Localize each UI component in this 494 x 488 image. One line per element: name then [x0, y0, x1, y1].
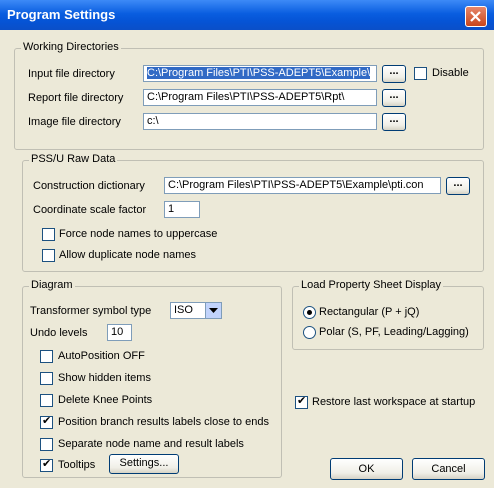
pss-raw-data-legend: PSS/U Raw Data: [29, 153, 118, 165]
force-uppercase-checkbox[interactable]: [42, 228, 55, 241]
separate-labels-label: Separate node name and result labels: [58, 438, 244, 450]
separate-labels-checkbox[interactable]: [40, 438, 53, 451]
autoposition-label: AutoPosition OFF: [58, 350, 145, 362]
input-dir-field[interactable]: C:\Program Files\PTI\PSS-ADEPT5\Example\: [143, 65, 377, 82]
chevron-down-icon: [209, 308, 218, 313]
load-property-group: Load Property Sheet Display: [292, 279, 484, 350]
title-bar[interactable]: Program Settings: [0, 0, 494, 30]
program-settings-dialog: Program Settings Working Directories Inp…: [0, 0, 494, 488]
transformer-symbol-select[interactable]: ISO: [170, 302, 222, 319]
image-dir-label: Image file directory: [28, 116, 121, 128]
image-dir-field[interactable]: c:\: [143, 113, 377, 130]
window-title: Program Settings: [7, 7, 116, 22]
restore-workspace-label: Restore last workspace at startup: [312, 396, 476, 408]
delete-knee-label: Delete Knee Points: [58, 394, 153, 406]
allow-duplicate-label: Allow duplicate node names: [59, 249, 196, 261]
input-dir-browse-button[interactable]: ...: [382, 65, 406, 83]
delete-knee-checkbox[interactable]: [40, 394, 53, 407]
construction-dict-label: Construction dictionary: [33, 180, 145, 192]
construction-dict-browse-button[interactable]: ...: [446, 177, 470, 195]
restore-workspace-checkbox[interactable]: [295, 394, 308, 409]
rectangular-label: Rectangular (P + jQ): [319, 306, 420, 318]
position-branch-label: Position branch results labels close to …: [58, 416, 269, 428]
construction-dict-field[interactable]: C:\Program Files\PTI\PSS-ADEPT5\Example\…: [164, 177, 441, 194]
coordinate-scale-field[interactable]: 1: [164, 201, 200, 218]
autoposition-checkbox[interactable]: [40, 350, 53, 363]
transformer-symbol-label: Transformer symbol type: [30, 305, 152, 317]
load-property-legend: Load Property Sheet Display: [299, 279, 444, 291]
undo-levels-field[interactable]: 10: [107, 324, 132, 341]
undo-levels-label: Undo levels: [30, 327, 88, 339]
show-hidden-checkbox[interactable]: [40, 372, 53, 385]
show-hidden-label: Show hidden items: [58, 372, 151, 384]
close-button[interactable]: [465, 6, 487, 27]
cancel-button[interactable]: Cancel: [412, 458, 485, 480]
image-dir-browse-button[interactable]: ...: [382, 113, 406, 131]
allow-duplicate-checkbox[interactable]: [42, 249, 55, 262]
force-uppercase-label: Force node names to uppercase: [59, 228, 218, 240]
polar-radio[interactable]: [303, 326, 316, 339]
input-dir-label: Input file directory: [28, 68, 115, 80]
close-icon: [470, 11, 481, 22]
tooltips-label: Tooltips: [58, 459, 96, 471]
disable-checkbox[interactable]: [414, 67, 427, 80]
disable-label: Disable: [432, 67, 469, 79]
report-dir-browse-button[interactable]: ...: [382, 89, 406, 107]
tooltip-settings-button[interactable]: Settings...: [109, 454, 179, 474]
report-dir-label: Report file directory: [28, 92, 124, 104]
rectangular-radio[interactable]: [303, 306, 316, 319]
position-branch-checkbox[interactable]: [40, 414, 53, 429]
report-dir-field[interactable]: C:\Program Files\PTI\PSS-ADEPT5\Rpt\: [143, 89, 377, 106]
ok-button[interactable]: OK: [330, 458, 403, 480]
coordinate-scale-label: Coordinate scale factor: [33, 204, 147, 216]
working-directories-legend: Working Directories: [21, 41, 121, 53]
polar-label: Polar (S, PF, Leading/Lagging): [319, 326, 469, 338]
tooltips-checkbox[interactable]: [40, 457, 53, 472]
diagram-legend: Diagram: [29, 279, 75, 291]
